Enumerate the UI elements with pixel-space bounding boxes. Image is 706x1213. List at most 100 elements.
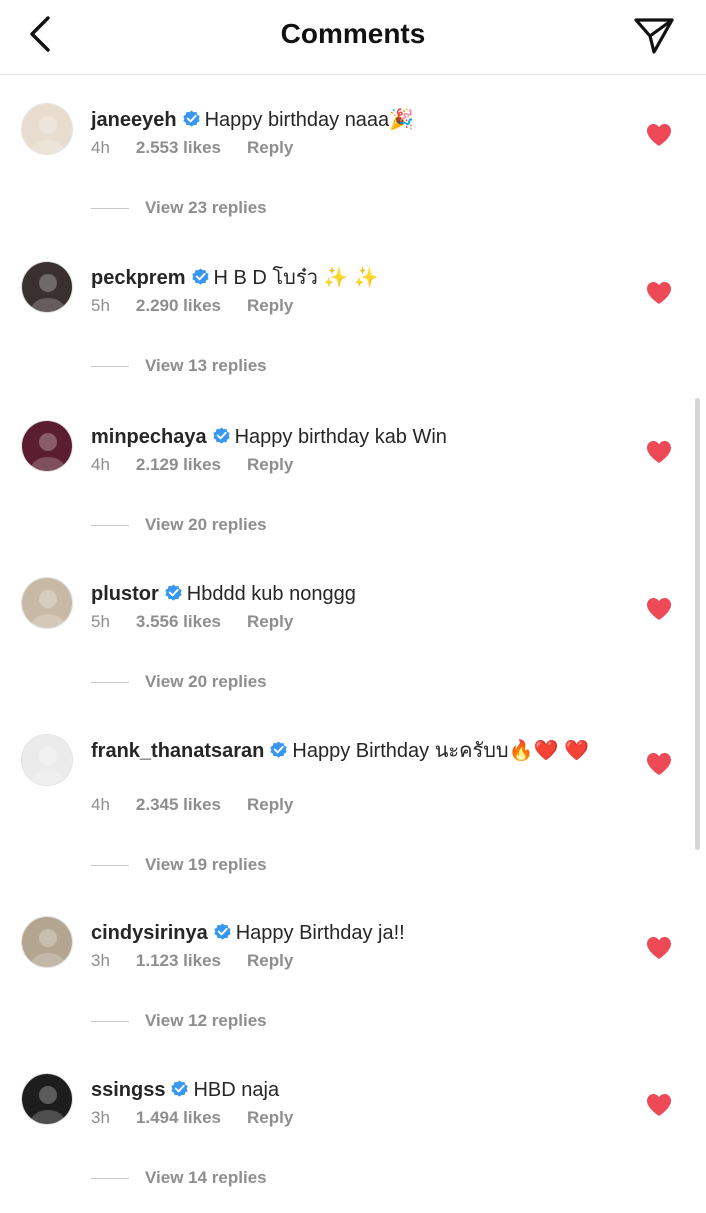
- reply-button[interactable]: Reply: [247, 795, 293, 814]
- reply-button[interactable]: Reply: [247, 455, 293, 474]
- replies-divider: [91, 865, 129, 867]
- comment-item: minpechaya Happy birthday kab Win 4h 2.129 …: [0, 420, 706, 560]
- comment-time: 3h: [91, 951, 110, 970]
- comment-time: 5h: [91, 296, 110, 315]
- like-button[interactable]: [646, 1093, 672, 1117]
- comment-text: Happy birthday kab Win: [234, 426, 447, 448]
- replies-divider: [91, 1178, 129, 1180]
- heart-icon: [647, 598, 671, 620]
- verified-badge-icon: [212, 427, 230, 444]
- avatar[interactable]: [21, 577, 73, 629]
- comment-text: Happy birthday naaa🎉: [204, 109, 415, 131]
- comment-body: peckprem H B D โบร๋ว ✨ ✨: [91, 263, 611, 293]
- view-replies-label: View 13 replies: [145, 356, 267, 375]
- paper-plane-icon: [634, 18, 674, 54]
- view-replies-link[interactable]: View 23 replies: [91, 198, 267, 218]
- comment-text: H B D โบร๋ว ✨ ✨: [213, 267, 379, 289]
- like-button[interactable]: [646, 440, 672, 464]
- view-replies-link[interactable]: View 20 replies: [91, 672, 267, 692]
- comment-body: janeeyeh Happy birthday naaa🎉: [91, 105, 611, 135]
- comment-text: Happy Birthday ja!!: [235, 922, 405, 944]
- comment-meta: 4h 2.553 likes Reply: [91, 138, 319, 158]
- like-button[interactable]: [646, 752, 672, 776]
- page-title: Comments: [280, 18, 426, 49]
- replies-divider: [91, 366, 129, 368]
- likes-count[interactable]: 1.123 likes: [136, 951, 221, 970]
- view-replies-label: View 19 replies: [145, 855, 267, 874]
- avatar[interactable]: [21, 103, 73, 155]
- comments-header: Comments: [0, 0, 706, 75]
- comment-body: plustor Hbddd kub nonggg: [91, 579, 611, 609]
- reply-button[interactable]: Reply: [247, 1108, 293, 1127]
- comment-body: minpechaya Happy birthday kab Win: [91, 422, 611, 452]
- reply-button[interactable]: Reply: [247, 612, 293, 631]
- heart-icon: [647, 124, 671, 146]
- comment-username[interactable]: plustor: [91, 583, 159, 605]
- comment-username[interactable]: minpechaya: [91, 426, 207, 448]
- reply-button[interactable]: Reply: [247, 951, 293, 970]
- comment-username[interactable]: frank_thanatsaran: [91, 740, 264, 762]
- comment-time: 5h: [91, 612, 110, 631]
- heart-icon: [647, 441, 671, 463]
- like-button[interactable]: [646, 123, 672, 147]
- verified-badge-icon: [182, 110, 200, 127]
- verified-badge-icon: [270, 741, 288, 758]
- comment-item: plustor Hbddd kub nonggg 5h 3.556 likes Repl…: [0, 577, 706, 717]
- replies-divider: [91, 682, 129, 684]
- comment-meta: 4h 2.345 likes Reply: [91, 795, 319, 815]
- comment-time: 3h: [91, 1108, 110, 1127]
- avatar[interactable]: [21, 1073, 73, 1125]
- replies-divider: [91, 1021, 129, 1023]
- like-button[interactable]: [646, 597, 672, 621]
- verified-badge-icon: [214, 923, 231, 940]
- view-replies-label: View 20 replies: [145, 672, 267, 691]
- likes-count[interactable]: 2.129 likes: [136, 455, 221, 474]
- comment-time: 4h: [91, 455, 110, 474]
- view-replies-link[interactable]: View 14 replies: [91, 1168, 267, 1188]
- comment-item: janeeyeh Happy birthday naaa🎉 4h 2.553 like…: [0, 103, 706, 243]
- likes-count[interactable]: 2.290 likes: [136, 296, 221, 315]
- heart-icon: [647, 753, 671, 775]
- comment-body: cindysirinya Happy Birthday ja!!: [91, 918, 611, 948]
- replies-divider: [91, 208, 129, 210]
- comment-meta: 3h 1.123 likes Reply: [91, 951, 319, 971]
- comment-time: 4h: [91, 795, 110, 814]
- view-replies-label: View 14 replies: [145, 1168, 267, 1187]
- verified-badge-icon: [165, 584, 182, 601]
- like-button[interactable]: [646, 936, 672, 960]
- heart-icon: [647, 937, 671, 959]
- reply-button[interactable]: Reply: [247, 138, 293, 157]
- avatar[interactable]: [21, 420, 73, 472]
- view-replies-link[interactable]: View 13 replies: [91, 356, 267, 376]
- comment-body: ssingss HBD naja: [91, 1075, 611, 1105]
- verified-badge-icon: [171, 1080, 189, 1097]
- view-replies-link[interactable]: View 20 replies: [91, 515, 267, 535]
- comment-meta: 3h 1.494 likes Reply: [91, 1108, 319, 1128]
- comment-time: 4h: [91, 138, 110, 157]
- comment-text: HBD naja: [193, 1079, 280, 1101]
- avatar[interactable]: [21, 916, 73, 968]
- comment-meta: 5h 3.556 likes Reply: [91, 612, 319, 632]
- view-replies-label: View 23 replies: [145, 198, 267, 217]
- likes-count[interactable]: 2.345 likes: [136, 795, 221, 814]
- reply-button[interactable]: Reply: [247, 296, 293, 315]
- view-replies-link[interactable]: View 12 replies: [91, 1011, 267, 1031]
- view-replies-label: View 20 replies: [145, 515, 267, 534]
- likes-count[interactable]: 2.553 likes: [136, 138, 221, 157]
- replies-divider: [91, 525, 129, 527]
- heart-icon: [647, 282, 671, 304]
- like-button[interactable]: [646, 281, 672, 305]
- comment-username[interactable]: peckprem: [91, 267, 186, 289]
- comment-username[interactable]: janeeyeh: [91, 109, 177, 131]
- comment-text: Hbddd kub nonggg: [186, 583, 356, 605]
- likes-count[interactable]: 3.556 likes: [136, 612, 221, 631]
- comment-username[interactable]: cindysirinya: [91, 922, 208, 944]
- share-button[interactable]: [632, 14, 676, 58]
- avatar[interactable]: [21, 734, 73, 786]
- view-replies-link[interactable]: View 19 replies: [91, 855, 267, 875]
- comment-username[interactable]: ssingss: [91, 1079, 165, 1101]
- avatar[interactable]: [21, 261, 73, 313]
- comment-meta: 4h 2.129 likes Reply: [91, 455, 319, 475]
- likes-count[interactable]: 1.494 likes: [136, 1108, 221, 1127]
- heart-icon: [647, 1094, 671, 1116]
